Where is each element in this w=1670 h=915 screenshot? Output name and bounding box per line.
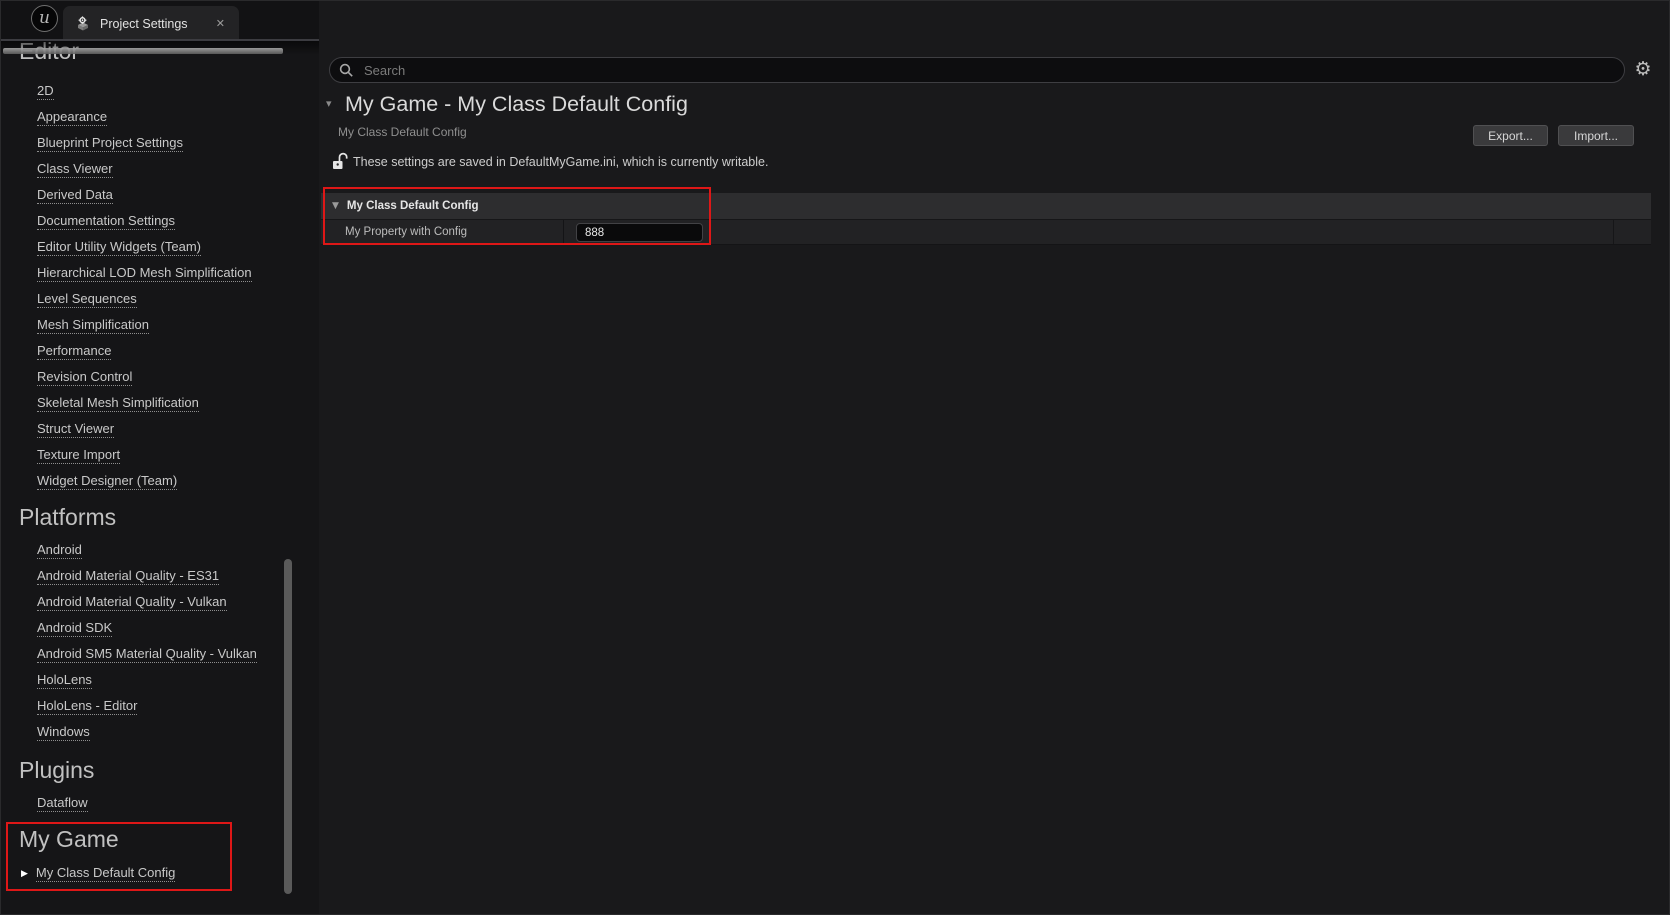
sidebar-item-mesh-simplification[interactable]: Mesh Simplification	[1, 312, 319, 338]
project-settings-window: u Project Settings ✕ ✕ Editor2DApp	[0, 0, 1670, 915]
sidebar-item-android-material-quality-vulkan[interactable]: Android Material Quality - Vulkan	[1, 589, 319, 615]
sidebar-heading-plugins: Plugins	[1, 750, 319, 790]
sidebar-item-android[interactable]: Android	[1, 537, 319, 563]
column-divider	[1613, 220, 1614, 244]
sidebar-heading-my-game: My Game	[1, 819, 319, 859]
sidebar-item-performance[interactable]: Performance	[1, 338, 319, 364]
sidebar-item-android-sdk[interactable]: Android SDK	[1, 615, 319, 641]
sidebar-item-class-viewer[interactable]: Class Viewer	[1, 156, 319, 182]
unlocked-padlock-icon	[332, 151, 348, 171]
sidebar-section-my-game: My Game▶My Class Default Config	[1, 819, 319, 886]
config-section-header[interactable]: ▼ My Class Default Config	[321, 193, 1651, 219]
sidebar-item-documentation-settings[interactable]: Documentation Settings	[1, 208, 319, 234]
page-title: My Game - My Class Default Config	[345, 92, 688, 117]
sidebar-item-hololens-editor[interactable]: HoloLens - Editor	[1, 693, 319, 719]
sidebar-item-hololens[interactable]: HoloLens	[1, 667, 319, 693]
sidebar-scrollbar-thumb[interactable]	[284, 559, 292, 894]
config-section-title: My Class Default Config	[347, 200, 479, 212]
sidebar-item-texture-import[interactable]: Texture Import	[1, 442, 319, 468]
sidebar-item-skeletal-mesh-simplification[interactable]: Skeletal Mesh Simplification	[1, 390, 319, 416]
search-icon	[339, 63, 354, 78]
config-property-rows: My Property with Config	[321, 219, 1651, 245]
export-button[interactable]: Export...	[1473, 125, 1548, 146]
sidebar-item-derived-data[interactable]: Derived Data	[1, 182, 319, 208]
tab-project-settings[interactable]: Project Settings ✕	[63, 6, 239, 43]
settings-main-panel	[319, 1, 1670, 915]
sidebar-sections: Editor 2DAppearanceBlueprint Project Sett…	[1, 41, 319, 886]
column-divider	[563, 220, 564, 244]
sidebar-heading-editor: Editor	[1, 41, 319, 71]
page-subtitle: My Class Default Config	[338, 125, 467, 139]
sidebar-item-hierarchical-lod-mesh-simplification[interactable]: Hierarchical LOD Mesh Simplification	[1, 260, 319, 286]
import-button[interactable]: Import...	[1558, 125, 1634, 146]
sidebar-item-editor-utility-widgets-team[interactable]: Editor Utility Widgets (Team)	[1, 234, 319, 260]
sidebar-item-android-sm5-material-quality-vulkan[interactable]: Android SM5 Material Quality - Vulkan	[1, 641, 319, 667]
tab-label: Project Settings	[100, 17, 212, 31]
property-row-my-property-with-config: My Property with Config	[321, 219, 1651, 245]
unreal-engine-logo-icon: u	[31, 5, 58, 32]
tab-close-icon[interactable]: ✕	[212, 15, 229, 32]
property-value-input[interactable]	[576, 223, 703, 242]
sidebar-heading-platforms: Platforms	[1, 497, 319, 537]
sidebar-section-plugins: PluginsDataflow	[1, 750, 319, 816]
sidebar-section-platforms: PlatformsAndroidAndroid Material Quality…	[1, 497, 319, 745]
sidebar-item-android-material-quality-es31[interactable]: Android Material Quality - ES31	[1, 563, 319, 589]
sidebar-item-widget-designer-team[interactable]: Widget Designer (Team)	[1, 468, 319, 494]
settings-sidebar: Editor 2DAppearanceBlueprint Project Sett…	[1, 41, 319, 915]
sidebar-item-dataflow[interactable]: Dataflow	[1, 790, 319, 816]
search-bar[interactable]	[329, 57, 1625, 83]
sidebar-item-windows[interactable]: Windows	[1, 719, 319, 745]
search-input[interactable]	[362, 62, 1614, 79]
sidebar-item-2d[interactable]: 2D	[1, 78, 319, 104]
section-collapse-caret-icon[interactable]: ▼	[332, 201, 339, 211]
sidebar-item-revision-control[interactable]: Revision Control	[1, 364, 319, 390]
settings-gear-icon[interactable]: ⚙	[1631, 55, 1655, 83]
property-label: My Property with Config	[345, 220, 467, 245]
sidebar-section-editor: Editor 2DAppearanceBlueprint Project Sett…	[1, 41, 319, 494]
expand-arrow-icon: ▶	[21, 869, 28, 879]
sidebar-item-appearance[interactable]: Appearance	[1, 104, 319, 130]
sidebar-item-level-sequences[interactable]: Level Sequences	[1, 286, 319, 312]
project-settings-icon	[75, 16, 91, 32]
config-file-info-text: These settings are saved in DefaultMyGam…	[353, 155, 768, 169]
sidebar-item-my-class-default-config[interactable]: ▶My Class Default Config	[1, 860, 319, 886]
page-collapse-caret-icon[interactable]: ▾	[326, 97, 332, 110]
sidebar-item-blueprint-project-settings[interactable]: Blueprint Project Settings	[1, 130, 319, 156]
sidebar-item-struct-viewer[interactable]: Struct Viewer	[1, 416, 319, 442]
